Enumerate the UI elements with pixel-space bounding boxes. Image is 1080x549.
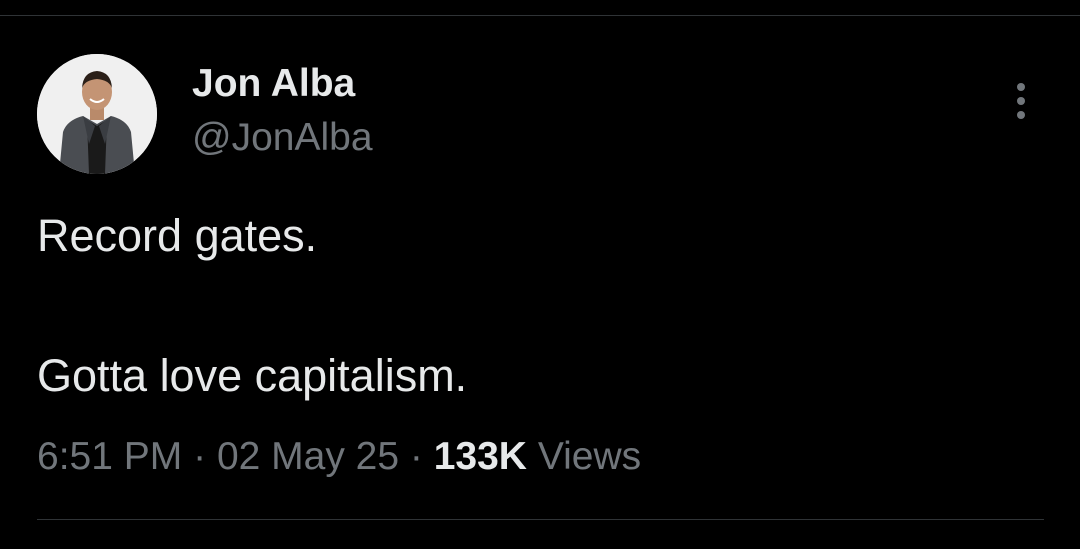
more-vertical-icon-dot-3 — [1017, 111, 1025, 119]
meta-separator: · — [193, 435, 207, 478]
tweet-meta: 6:51 PM · 02 May 25 · 133K Views — [37, 432, 641, 482]
avatar-photo — [37, 54, 157, 174]
author-handle[interactable]: @JonAlba — [192, 114, 373, 162]
more-vertical-icon — [1017, 83, 1025, 91]
top-divider — [0, 15, 1080, 16]
views-count[interactable]: 133K — [434, 435, 527, 478]
more-options-button[interactable] — [1000, 78, 1042, 124]
avatar[interactable] — [37, 54, 157, 174]
author-display-name[interactable]: Jon Alba — [192, 60, 355, 108]
tweet-timestamp-date[interactable]: 02 May 25 — [217, 435, 399, 478]
meta-separator-2: · — [409, 435, 423, 478]
views-label: Views — [537, 435, 642, 478]
bottom-divider — [37, 519, 1044, 520]
tweet-text-line-2: Gotta love capitalism. — [37, 350, 468, 401]
tweet-text-line-1: Record gates. — [37, 210, 318, 261]
more-vertical-icon-dot-2 — [1017, 97, 1025, 105]
tweet-timestamp-time[interactable]: 6:51 PM — [37, 435, 182, 478]
